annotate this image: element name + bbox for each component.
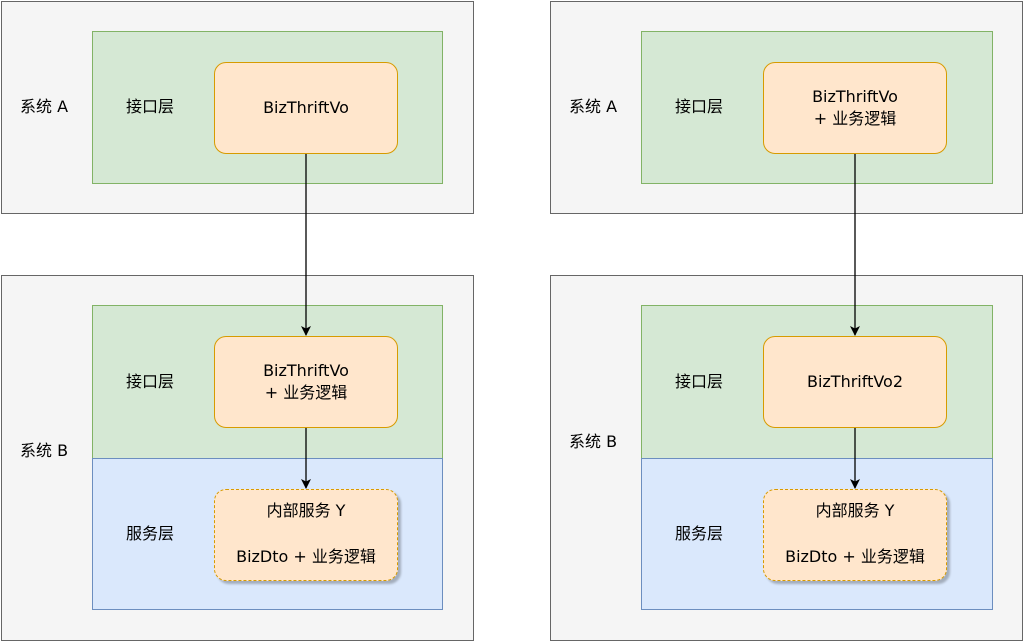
- node-line: BizThriftVo: [812, 87, 898, 106]
- right-system-b-service-layer-label: 服务层: [675, 524, 724, 543]
- node-line: BizDto + 业务逻辑: [236, 547, 376, 566]
- node-line: 内部服务 Y: [266, 501, 346, 520]
- node-line: BizThriftVo: [263, 361, 349, 380]
- left-system-b-internal-service-node: 内部服务 Y BizDto + 业务逻辑: [214, 489, 398, 581]
- node-line: 内部服务 Y: [815, 501, 895, 520]
- node-line: + 业务逻辑: [264, 383, 348, 402]
- left-system-b-interface-layer-label: 接口层: [126, 372, 175, 391]
- node-line: BizDto + 业务逻辑: [785, 547, 925, 566]
- right-system-a-bizthriftvo-node: BizThriftVo + 业务逻辑: [763, 62, 947, 154]
- left-system-a-interface-layer-label: 接口层: [126, 97, 175, 116]
- right-system-b-bizthriftvo2-node: BizThriftVo2: [763, 336, 947, 428]
- right-system-b-internal-service-node: 内部服务 Y BizDto + 业务逻辑: [763, 489, 947, 581]
- left-system-b-label: 系统 B: [20, 441, 69, 460]
- left-system-a-label: 系统 A: [20, 97, 69, 116]
- node-line: BizThriftVo: [263, 98, 349, 117]
- node-line: + 业务逻辑: [813, 109, 897, 128]
- right-system-a-interface-layer-label: 接口层: [675, 97, 724, 116]
- left-system-b-service-layer-label: 服务层: [126, 524, 175, 543]
- right-system-a-label: 系统 A: [569, 97, 618, 116]
- left-system-a-bizthriftvo-node: BizThriftVo: [214, 62, 398, 154]
- right-system-b-interface-layer-label: 接口层: [675, 372, 724, 391]
- node-line: BizThriftVo2: [806, 372, 904, 391]
- right-system-b-label: 系统 B: [569, 432, 618, 451]
- left-system-b-bizthriftvo-node: BizThriftVo + 业务逻辑: [214, 336, 398, 428]
